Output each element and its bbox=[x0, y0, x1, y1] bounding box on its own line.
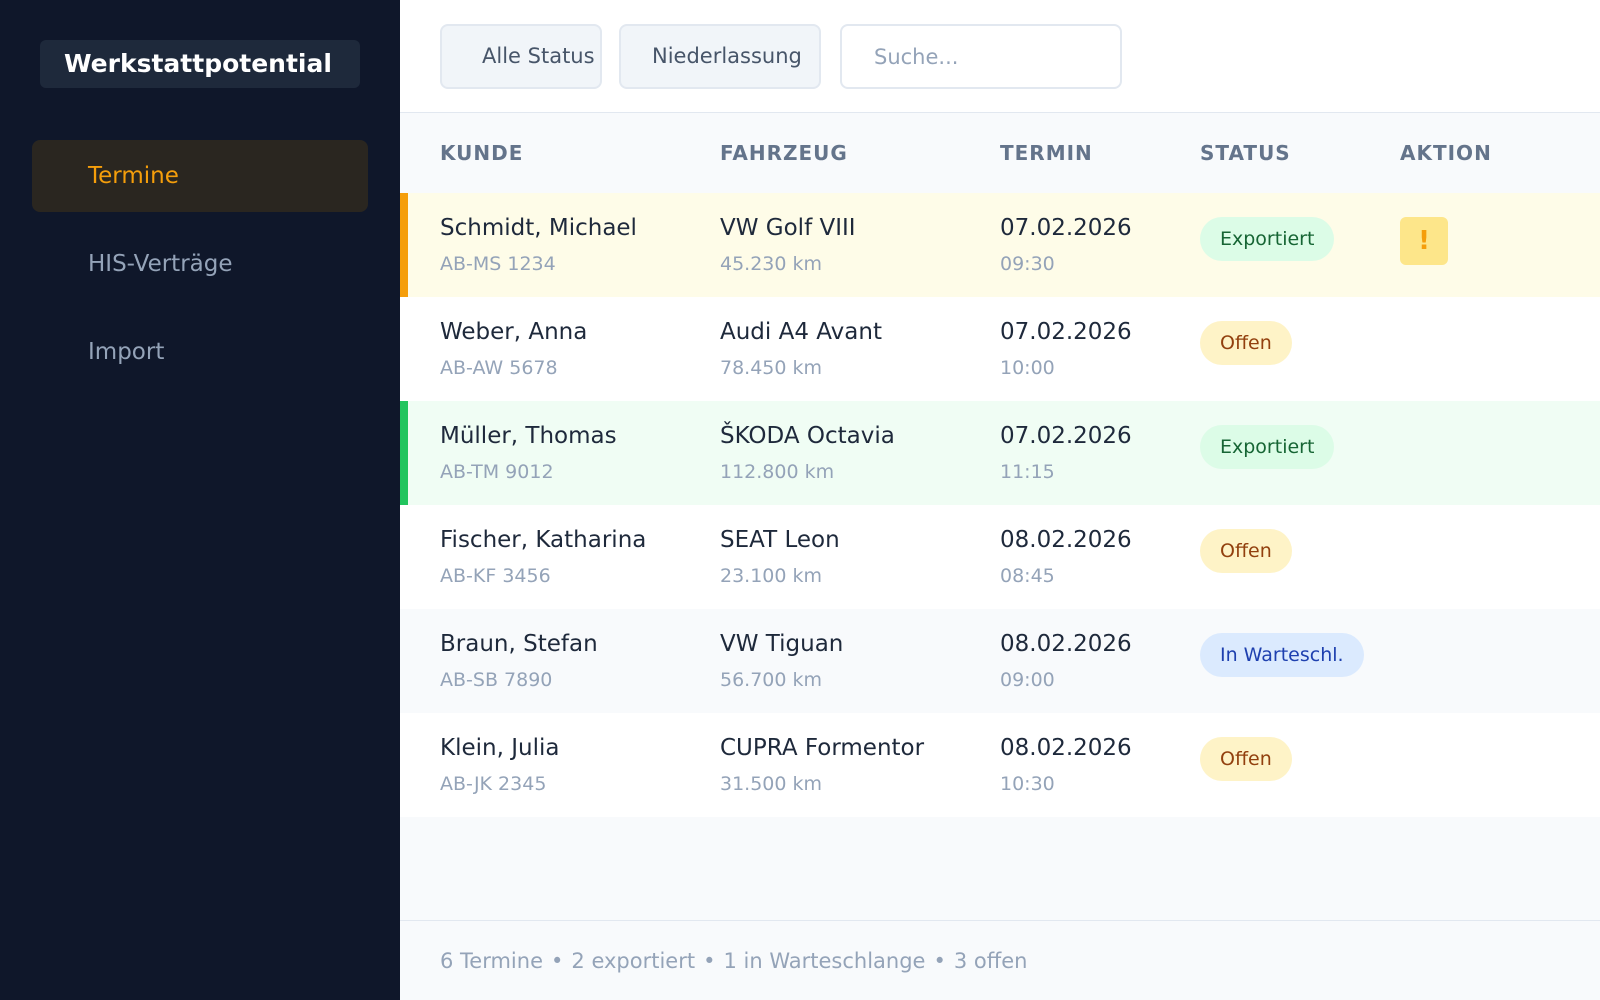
customer-name: Fischer, Katharina bbox=[440, 527, 647, 553]
brand-title: Werkstattpotential bbox=[40, 40, 360, 88]
warning-action-button[interactable]: ! bbox=[1400, 217, 1448, 265]
license-plate: AB-KF 3456 bbox=[440, 565, 551, 587]
column-header-status[interactable]: STATUS bbox=[1200, 113, 1291, 193]
customer-name: Schmidt, Michael bbox=[440, 215, 637, 241]
appointment-time: 09:00 bbox=[1000, 669, 1055, 691]
appointment-date: 08.02.2026 bbox=[1000, 631, 1132, 657]
customer-name: Weber, Anna bbox=[440, 319, 588, 345]
column-header-kunde[interactable]: KUNDE bbox=[440, 113, 523, 193]
appointment-time: 09:30 bbox=[1000, 253, 1055, 275]
status-badge: Offen bbox=[1200, 737, 1292, 781]
appointment-date: 08.02.2026 bbox=[1000, 527, 1132, 553]
sidebar-item-his-vertraege[interactable]: HIS-Verträge bbox=[32, 228, 368, 300]
appointment-date: 07.02.2026 bbox=[1000, 215, 1132, 241]
summary-queued: 1 in Warteschlange bbox=[723, 949, 926, 973]
appointments-table: Schmidt, Michael AB-MS 1234 VW Golf VIII… bbox=[400, 193, 1600, 817]
license-plate: AB-JK 2345 bbox=[440, 773, 547, 795]
vehicle-model: ŠKODA Octavia bbox=[720, 423, 895, 449]
status-badge: Offen bbox=[1200, 529, 1292, 573]
summary-separator: • bbox=[703, 949, 716, 973]
table-row[interactable]: Schmidt, Michael AB-MS 1234 VW Golf VIII… bbox=[400, 193, 1600, 297]
sidebar: Werkstattpotential Termine HIS-Verträge … bbox=[0, 0, 400, 1000]
search-input[interactable] bbox=[840, 24, 1122, 89]
summary-footer: 6 Termine • 2 exportiert • 1 in Warteschlang… bbox=[400, 920, 1600, 1000]
appointment-time: 10:30 bbox=[1000, 773, 1055, 795]
table-header: KUNDE FAHRZEUG TERMIN STATUS AKTION bbox=[400, 113, 1600, 193]
toolbar: Alle Status Niederlassung bbox=[400, 0, 1600, 113]
appointment-time: 10:00 bbox=[1000, 357, 1055, 379]
column-header-aktion: AKTION bbox=[1400, 141, 1492, 165]
branch-filter-button[interactable]: Niederlassung bbox=[619, 24, 821, 89]
customer-name: Braun, Stefan bbox=[440, 631, 598, 657]
vehicle-model: SEAT Leon bbox=[720, 527, 840, 553]
column-header-fahrzeug[interactable]: FAHRZEUG bbox=[720, 113, 848, 193]
appointment-time: 11:15 bbox=[1000, 461, 1055, 483]
appointment-date: 07.02.2026 bbox=[1000, 423, 1132, 449]
customer-name: Müller, Thomas bbox=[440, 423, 617, 449]
vehicle-model: CUPRA Formentor bbox=[720, 735, 925, 761]
sidebar-item-import[interactable]: Import bbox=[32, 316, 368, 388]
table-row[interactable]: Müller, Thomas AB-TM 9012 ŠKODA Octavia … bbox=[400, 401, 1600, 505]
license-plate: AB-SB 7890 bbox=[440, 669, 553, 691]
vehicle-model: VW Golf VIII bbox=[720, 215, 856, 241]
summary-open: 3 offen bbox=[953, 949, 1028, 973]
appointment-time: 08:45 bbox=[1000, 565, 1055, 587]
license-plate: AB-TM 9012 bbox=[440, 461, 554, 483]
row-exported-marker bbox=[400, 401, 408, 505]
vehicle-mileage: 31.500 km bbox=[720, 773, 823, 795]
license-plate: AB-MS 1234 bbox=[440, 253, 556, 275]
appointment-date: 08.02.2026 bbox=[1000, 735, 1132, 761]
table-row[interactable]: Klein, Julia AB-JK 2345 CUPRA Formentor … bbox=[400, 713, 1600, 817]
license-plate: AB-AW 5678 bbox=[440, 357, 558, 379]
vehicle-model: Audi A4 Avant bbox=[720, 319, 882, 345]
vehicle-mileage: 112.800 km bbox=[720, 461, 835, 483]
status-badge: Offen bbox=[1200, 321, 1292, 365]
appointment-date: 07.02.2026 bbox=[1000, 319, 1132, 345]
summary-exported: 2 exportiert bbox=[571, 949, 696, 973]
column-header-termin[interactable]: TERMIN bbox=[1000, 113, 1093, 193]
sidebar-item-termine[interactable]: Termine bbox=[32, 140, 368, 212]
table-row[interactable]: Braun, Stefan AB-SB 7890 VW Tiguan 56.70… bbox=[400, 609, 1600, 713]
summary-separator: • bbox=[933, 949, 946, 973]
status-badge: In Warteschl. bbox=[1200, 633, 1364, 677]
vehicle-model: VW Tiguan bbox=[720, 631, 844, 657]
summary-total: 6 Termine bbox=[440, 949, 544, 973]
main-content: Alle Status Niederlassung KUNDE FAHRZEUG… bbox=[400, 0, 1600, 1000]
row-warning-marker bbox=[400, 193, 408, 297]
vehicle-mileage: 56.700 km bbox=[720, 669, 823, 691]
status-badge: Exportiert bbox=[1200, 425, 1335, 469]
table-row[interactable]: Weber, Anna AB-AW 5678 Audi A4 Avant 78.… bbox=[400, 297, 1600, 401]
vehicle-mileage: 45.230 km bbox=[720, 253, 823, 275]
summary-separator: • bbox=[551, 949, 564, 973]
vehicle-mileage: 78.450 km bbox=[720, 357, 823, 379]
status-filter-button[interactable]: Alle Status bbox=[440, 24, 602, 89]
vehicle-mileage: 23.100 km bbox=[720, 565, 823, 587]
customer-name: Klein, Julia bbox=[440, 735, 560, 761]
table-row[interactable]: Fischer, Katharina AB-KF 3456 SEAT Leon … bbox=[400, 505, 1600, 609]
status-badge: Exportiert bbox=[1200, 217, 1335, 261]
